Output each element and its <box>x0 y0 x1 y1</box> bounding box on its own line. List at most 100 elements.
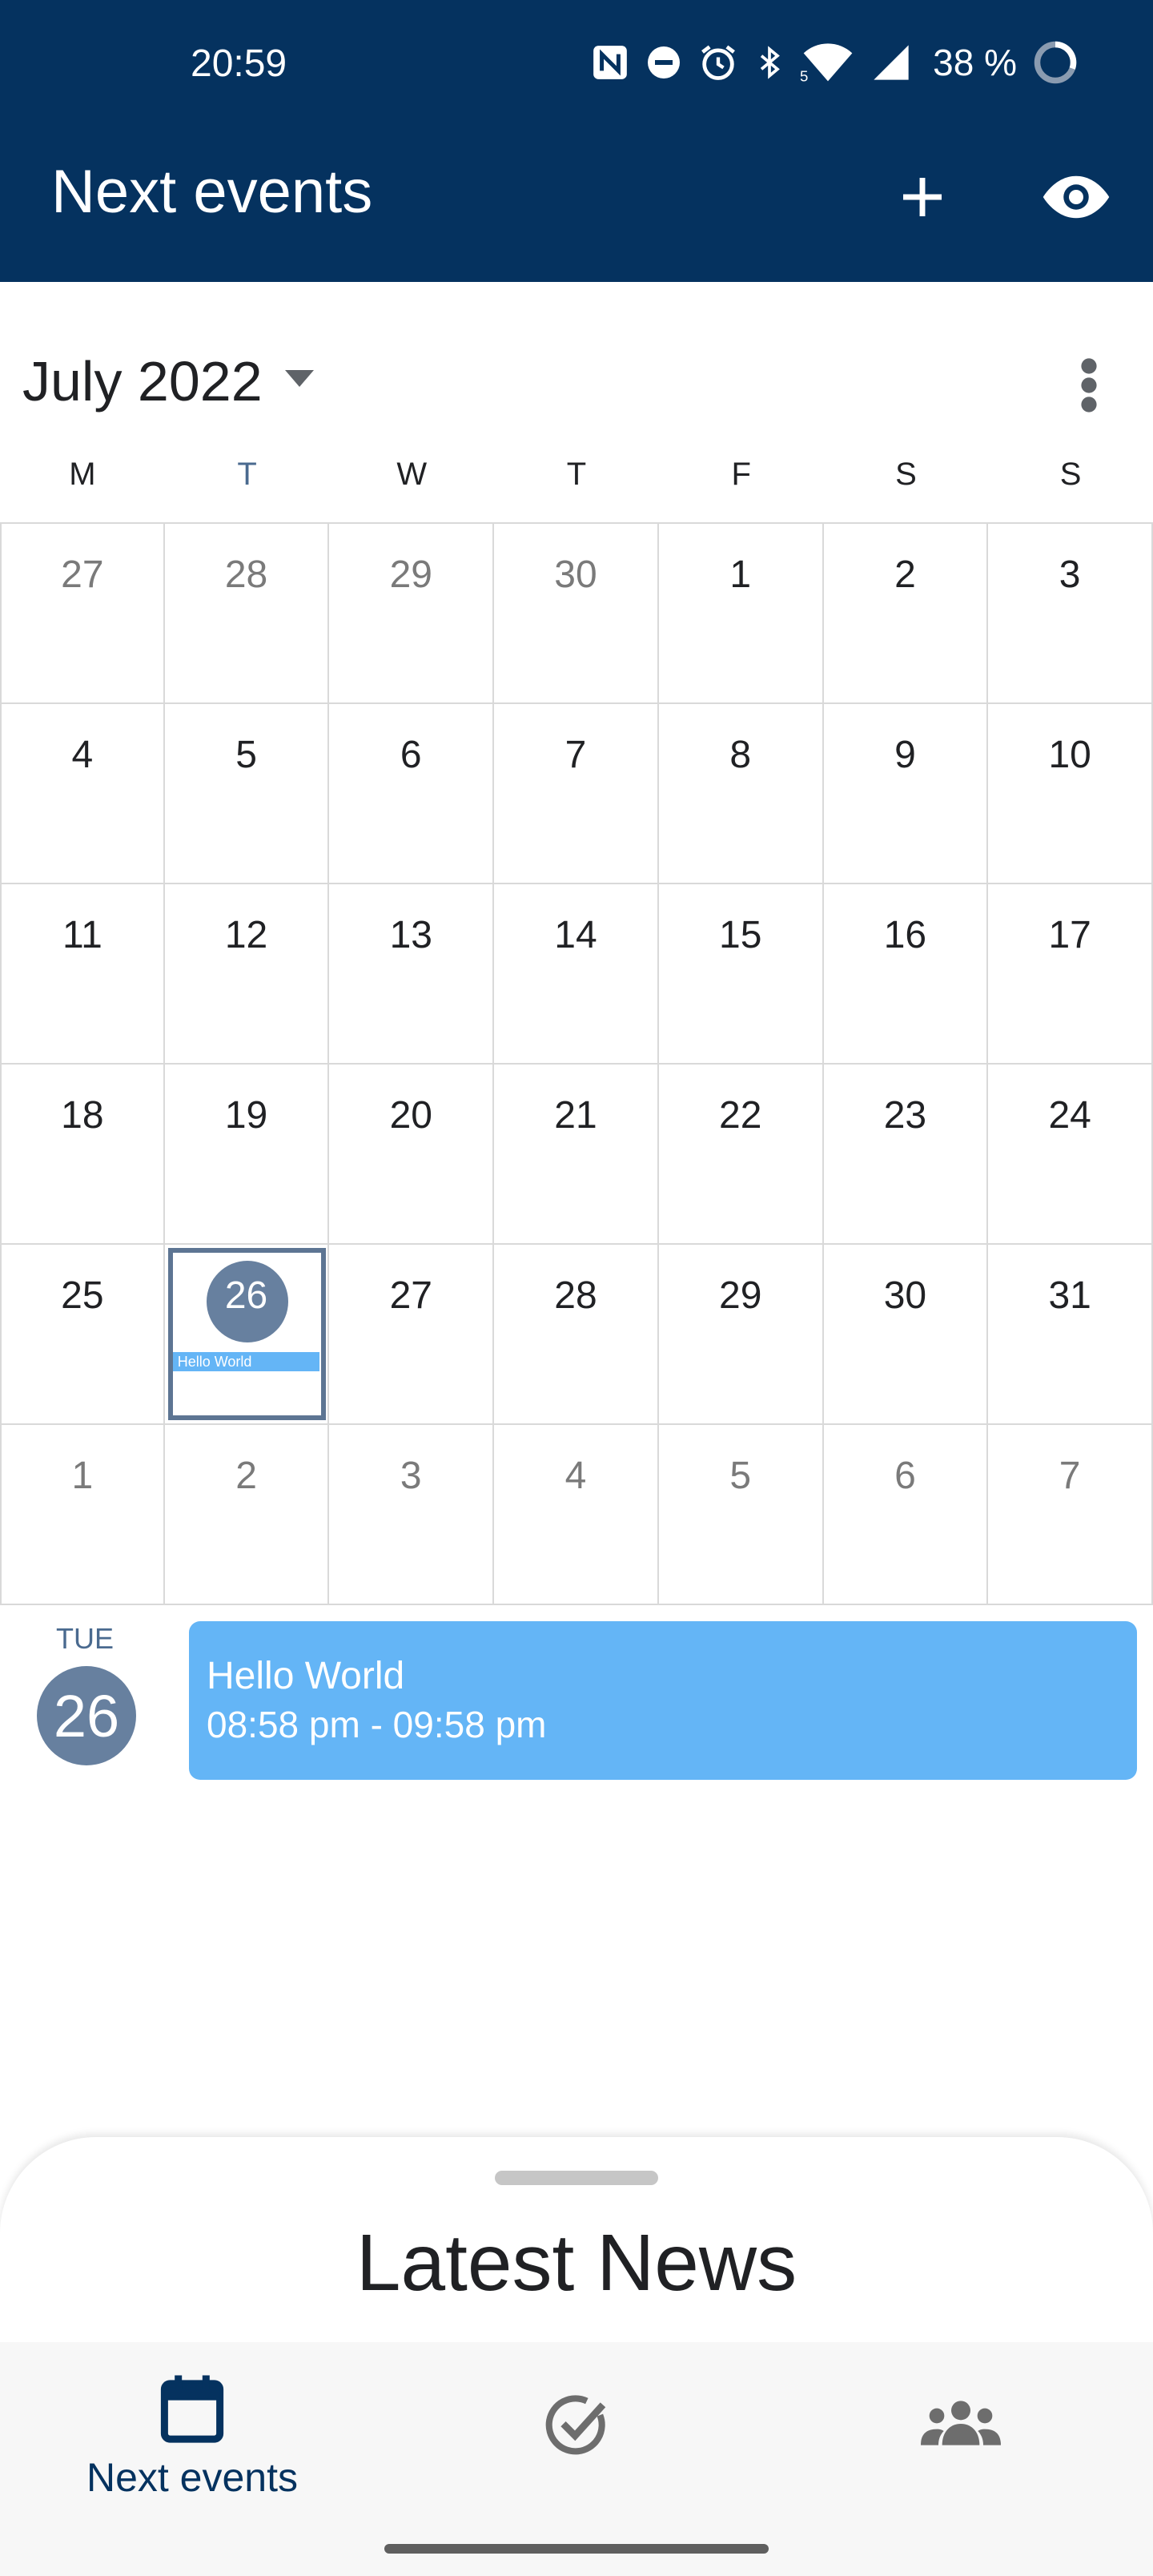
calendar-day[interactable]: 6 <box>824 1425 989 1604</box>
weekday-label: F <box>731 457 751 492</box>
calendar-day[interactable]: 2 <box>165 1425 330 1604</box>
bluetooth-icon <box>753 42 785 83</box>
calendar-day[interactable]: 23 <box>824 1065 989 1243</box>
calendar-day[interactable]: 18 <box>0 1065 165 1243</box>
day-number: 25 <box>61 1274 104 1317</box>
day-number: 2 <box>894 553 916 596</box>
day-number: 20 <box>389 1094 432 1137</box>
calendar-day[interactable]: 21 <box>494 1065 659 1243</box>
calendar-week: 1 2 3 4 5 6 7 <box>0 1425 1153 1605</box>
calendar-day[interactable]: 4 <box>0 704 165 883</box>
day-number: 7 <box>1059 1455 1081 1497</box>
calendar-week: 4 5 6 7 8 9 10 <box>0 704 1153 884</box>
event-title: Hello World <box>207 1655 405 1697</box>
calendar-day[interactable]: 19 <box>165 1065 330 1243</box>
agenda-day-number: 26 <box>37 1666 136 1765</box>
calendar-week: 18 19 20 21 22 23 24 <box>0 1065 1153 1245</box>
calendar-day[interactable]: 15 <box>659 884 824 1063</box>
day-number: 27 <box>389 1274 432 1317</box>
event-card[interactable]: Hello World 08:58 pm - 09:58 pm <box>189 1621 1137 1780</box>
nfc-icon <box>590 42 630 83</box>
day-number: 6 <box>400 734 422 776</box>
calendar-day-selected[interactable]: 26 Hello World <box>165 1245 330 1423</box>
month-grid: 27 28 29 30 1 2 3 4 5 6 7 8 9 10 11 12 1… <box>0 522 1153 1605</box>
weekday-label: M <box>69 457 96 492</box>
battery-percent: 38 % <box>933 42 1017 83</box>
calendar-day[interactable]: 27 <box>0 524 165 702</box>
visibility-button[interactable] <box>1036 157 1116 237</box>
day-event-chip[interactable]: Hello World <box>172 1352 320 1371</box>
calendar-day[interactable]: 2 <box>824 524 989 702</box>
weekday-label: W <box>396 457 428 492</box>
day-number: 31 <box>1048 1274 1091 1317</box>
nav-groups[interactable] <box>769 2342 1153 2534</box>
calendar-day[interactable]: 3 <box>988 524 1153 702</box>
calendar-day[interactable]: 24 <box>988 1065 1153 1243</box>
calendar-week: 27 28 29 30 1 2 3 <box>0 524 1153 704</box>
day-number: 17 <box>1048 914 1091 956</box>
calendar-day[interactable]: 1 <box>659 524 824 702</box>
calendar-day[interactable]: 10 <box>988 704 1153 883</box>
event-time: 08:58 pm - 09:58 pm <box>207 1704 547 1745</box>
day-number: 1 <box>729 553 752 596</box>
weekday-label: T <box>566 457 587 492</box>
alarm-icon <box>697 42 739 83</box>
calendar-day[interactable]: 14 <box>494 884 659 1063</box>
calendar-day[interactable]: 6 <box>329 704 495 883</box>
more-options-button[interactable] <box>1057 349 1121 421</box>
day-number: 30 <box>554 553 597 596</box>
calendar-day[interactable]: 31 <box>988 1245 1153 1423</box>
calendar-day[interactable]: 5 <box>165 704 330 883</box>
caret-down-icon[interactable] <box>285 370 314 389</box>
news-bottom-sheet[interactable]: Latest News <box>0 2137 1153 2345</box>
calendar-day[interactable]: 16 <box>824 884 989 1063</box>
calendar-day[interactable]: 22 <box>659 1065 824 1243</box>
month-selector[interactable]: July 2022 <box>22 349 263 413</box>
day-number: 9 <box>894 734 916 776</box>
bottom-navigation: Next events <box>0 2342 1153 2576</box>
calendar-day[interactable]: 30 <box>824 1245 989 1423</box>
calendar-day[interactable]: 20 <box>329 1065 495 1243</box>
day-number: 28 <box>554 1274 597 1317</box>
calendar-day[interactable]: 28 <box>494 1245 659 1423</box>
day-number: 11 <box>62 914 102 956</box>
day-number: 3 <box>400 1455 422 1497</box>
calendar-day[interactable]: 11 <box>0 884 165 1063</box>
calendar-day[interactable]: 5 <box>659 1425 824 1604</box>
day-number: 23 <box>883 1094 927 1137</box>
calendar-day[interactable]: 3 <box>329 1425 495 1604</box>
calendar-day[interactable]: 13 <box>329 884 495 1063</box>
nav-tasks[interactable] <box>384 2342 769 2534</box>
calendar-day[interactable]: 12 <box>165 884 330 1063</box>
status-icons: 5 38 % <box>590 38 1079 87</box>
day-number: 24 <box>1048 1094 1091 1137</box>
day-number: 18 <box>61 1094 104 1137</box>
calendar-week: 25 26 Hello World 27 28 29 30 31 <box>0 1245 1153 1425</box>
day-number: 28 <box>224 553 268 596</box>
calendar-day[interactable]: 28 <box>165 524 330 702</box>
day-number: 16 <box>883 914 927 956</box>
drag-handle[interactable] <box>495 2171 658 2185</box>
day-number: 19 <box>224 1094 268 1137</box>
nav-next-events[interactable]: Next events <box>0 2342 384 2534</box>
calendar-day[interactable]: 30 <box>494 524 659 702</box>
calendar-day[interactable]: 29 <box>329 524 495 702</box>
day-number: 5 <box>729 1455 752 1497</box>
nav-label: Next events <box>86 2455 298 2500</box>
day-number: 1 <box>71 1455 94 1497</box>
calendar-day[interactable]: 29 <box>659 1245 824 1423</box>
calendar-day[interactable]: 7 <box>494 704 659 883</box>
add-event-button[interactable] <box>882 157 962 237</box>
calendar-day[interactable]: 8 <box>659 704 824 883</box>
calendar-day[interactable]: 17 <box>988 884 1153 1063</box>
calendar-day[interactable]: 1 <box>0 1425 165 1604</box>
calendar-day[interactable]: 27 <box>329 1245 495 1423</box>
battery-icon <box>1031 38 1079 87</box>
day-number: 30 <box>883 1274 927 1317</box>
more-vert-icon <box>1081 358 1097 413</box>
calendar-day[interactable]: 25 <box>0 1245 165 1423</box>
calendar-day[interactable]: 9 <box>824 704 989 883</box>
calendar-day[interactable]: 7 <box>988 1425 1153 1604</box>
calendar-day[interactable]: 4 <box>494 1425 659 1604</box>
eye-icon <box>1043 175 1110 219</box>
